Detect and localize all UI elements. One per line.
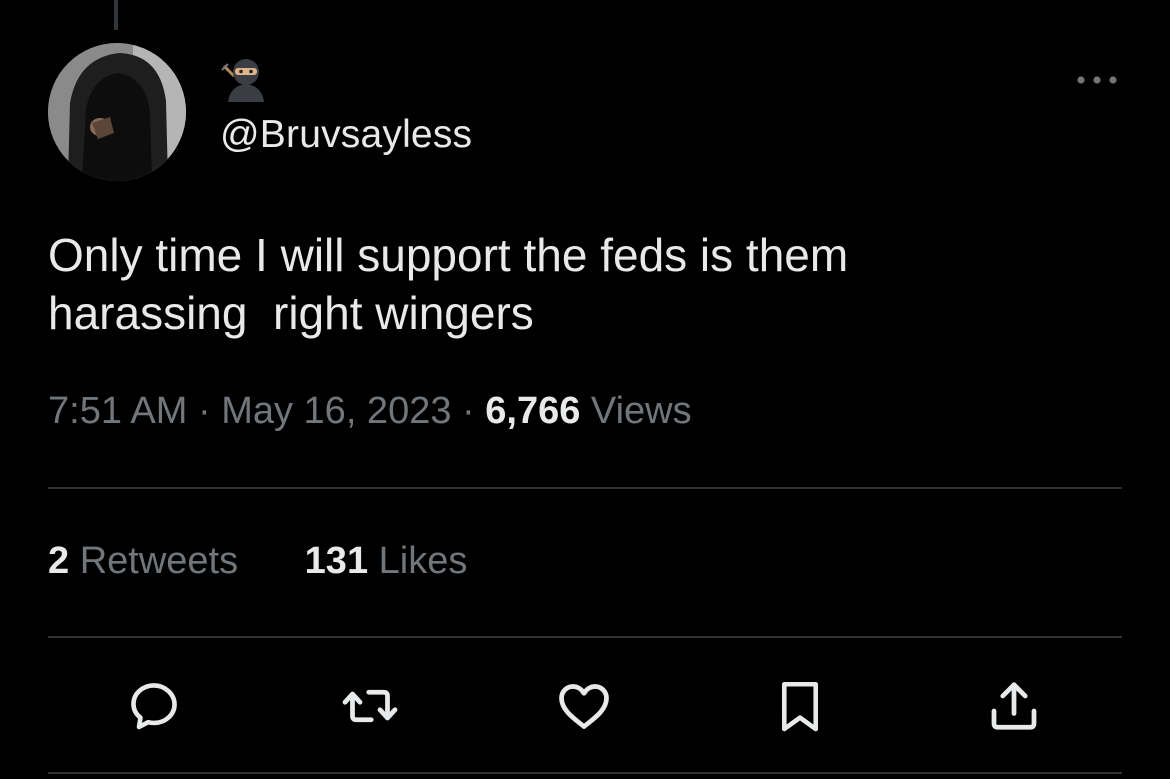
likes-stat[interactable]: 131 Likes <box>305 540 468 583</box>
likes-label: Likes <box>378 540 468 582</box>
retweets-count: 2 <box>48 540 70 582</box>
meta-separator: · <box>197 390 211 432</box>
share-icon <box>991 682 1037 730</box>
tweet-metadata: 7:51 AM · May 16, 2023 · 6,766 Views <box>48 390 692 433</box>
retweet-icon <box>342 689 398 723</box>
like-button[interactable] <box>554 676 614 736</box>
reply-button[interactable] <box>124 676 184 736</box>
tweet-date[interactable]: May 16, 2023 <box>221 390 451 432</box>
thread-connector-line <box>114 0 118 30</box>
views-label: Views <box>590 390 692 432</box>
share-button[interactable] <box>984 676 1044 736</box>
tweet-text: Only time I will support the feds is the… <box>48 229 849 339</box>
retweet-button[interactable] <box>340 676 400 736</box>
divider <box>48 636 1122 638</box>
user-handle[interactable]: @Bruvsayless <box>220 113 472 157</box>
ninja-emoji-icon <box>221 59 264 102</box>
retweets-stat[interactable]: 2 Retweets <box>48 540 238 583</box>
more-options-button[interactable] <box>1074 68 1120 92</box>
tweet-time[interactable]: 7:51 AM <box>48 390 187 432</box>
meta-separator: · <box>462 390 475 432</box>
avatar-image <box>48 43 186 181</box>
views-count: 6,766 <box>485 390 581 432</box>
divider <box>48 772 1122 774</box>
divider <box>48 487 1122 489</box>
avatar[interactable] <box>48 43 186 181</box>
likes-count: 131 <box>304 540 369 582</box>
bookmark-icon <box>781 681 819 732</box>
bookmark-button[interactable] <box>770 676 830 736</box>
heart-icon <box>559 684 609 729</box>
tweet-stats: 2 Retweets 131 Likes <box>48 540 467 583</box>
display-name-emoji[interactable] <box>220 56 272 104</box>
retweets-label: Retweets <box>79 540 239 582</box>
reply-icon <box>131 683 177 730</box>
more-horizontal-icon <box>1077 76 1117 84</box>
